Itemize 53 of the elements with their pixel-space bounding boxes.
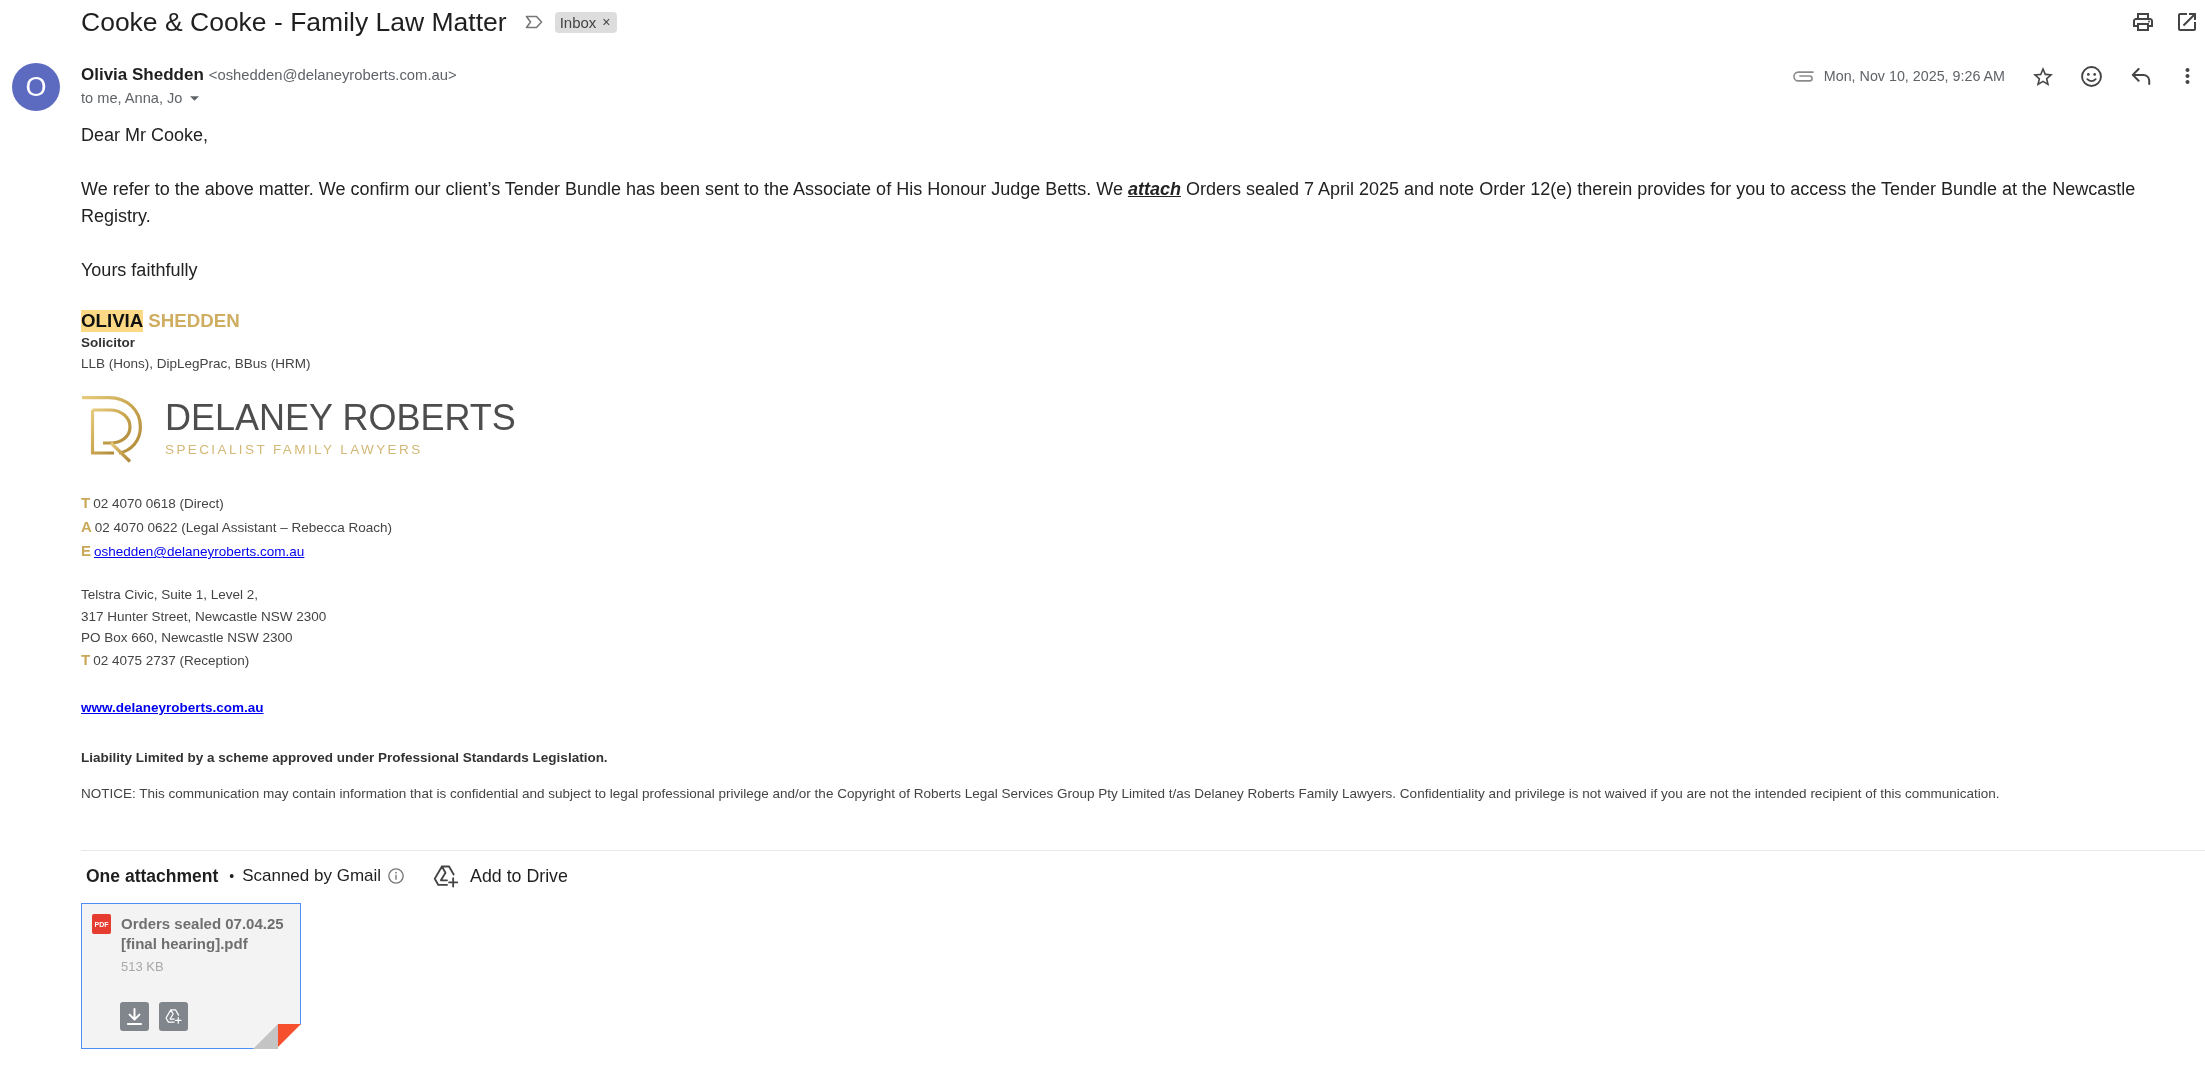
contact-label: T (81, 494, 91, 511)
contact-label: T (81, 650, 91, 668)
download-icon (126, 1008, 143, 1025)
add-to-drive-button[interactable]: Add to Drive (433, 864, 568, 888)
reply-icon[interactable] (2131, 67, 2151, 85)
more-icon[interactable] (2185, 68, 2190, 84)
qualifications-text: LLB (Hons), DipLegPrac, BBus (HRM) (81, 355, 312, 373)
closing-text: Yours faithfully (81, 259, 199, 282)
phone-number: 02 4070 0618 (Direct) (93, 496, 224, 511)
phone-number: 02 4075 2737 (Reception) (93, 652, 250, 668)
tag-icon[interactable] (524, 15, 543, 29)
liability-text: Liability Limited by a scheme approved under Professional Standards Legislation. (81, 749, 609, 767)
caret-icon[interactable] (190, 95, 200, 101)
save-to-drive-button[interactable] (159, 1002, 188, 1031)
scan-status-text: Scanned by Gmail (242, 866, 382, 886)
notice-text: NOTICE: This communication may contain information that is confidential and subject to legal professional privilege and/or the Copyright of Roberts Legal Services Group Pty Limited t/as Delaney Roberts Family Lawyers. Confidentiality and privilege is not waived if you are not the intended recipient of this communication. (81, 785, 2001, 803)
drive-add-icon (165, 1008, 182, 1025)
contact-label: E (81, 542, 91, 559)
smiley-icon[interactable] (2081, 65, 2102, 87)
file-name: Orders sealed 07.04.25 [final hearing].pdf (121, 914, 285, 953)
attachment-count: One attachment (86, 865, 219, 887)
file-size: 513 KB (121, 958, 165, 975)
sender-email: <oshedden@delaneyroberts.com.au> (208, 67, 457, 83)
email-subject: Cooke & Cooke - Family Law Matter (81, 6, 507, 38)
open-in-new-window-icon[interactable] (2178, 13, 2196, 31)
email-link[interactable]: oshedden@delaneyroberts.com.au (94, 544, 305, 559)
monogram-logo-icon (81, 396, 142, 463)
firm-tagline: SPECIALIST FAMILY LAWYERS (165, 442, 424, 458)
contact-label: A (81, 518, 92, 535)
address-line: Telstra Civic, Suite 1, Level 2, (81, 587, 259, 602)
sender-name: Olivia Shedden (81, 65, 204, 85)
job-title: Solicitor (81, 334, 136, 352)
sender-avatar: O (12, 63, 60, 111)
remove-label-button[interactable]: × (602, 14, 611, 30)
folded-corner-icon (253, 1024, 301, 1049)
signature-first-name: OLIVIA (81, 310, 144, 332)
info-icon[interactable] (388, 868, 405, 884)
label-name[interactable]: Inbox (559, 11, 597, 33)
signature-last-name: SHEDDEN (148, 310, 240, 332)
greeting-text: Dear Mr Cooke, (81, 124, 210, 147)
print-icon[interactable] (2133, 13, 2153, 31)
firm-name: DELANEY ROBERTS (165, 400, 516, 436)
body-paragraph: We refer to the above matter. We confirm our client’s Tender Bundle has been sent to the Associate of His Honour Judge Betts. We attach Orders sealed 7 April 2025 and note Order 12(e) therein provides for you to access the Tender Bundle at the Newcastle Registry. (81, 178, 2137, 228)
download-button[interactable] (120, 1002, 149, 1031)
website-link[interactable]: www.delaneyroberts.com.au (81, 700, 264, 715)
star-icon[interactable] (2033, 66, 2053, 86)
message-date: Mon, Nov 10, 2025, 9:26 AM (1823, 68, 2005, 84)
bullet-separator: • (229, 868, 235, 884)
address-line: PO Box 660, Newcastle NSW 2300 (81, 630, 293, 645)
drive-add-icon (433, 864, 460, 888)
phone-number: 02 4070 0622 (Legal Assistant – Rebecca Roach) (94, 520, 393, 535)
recipients-text: to me, Anna, Jo (81, 90, 183, 106)
address-line: 317 Hunter Street, Newcastle NSW 2300 (81, 608, 327, 624)
